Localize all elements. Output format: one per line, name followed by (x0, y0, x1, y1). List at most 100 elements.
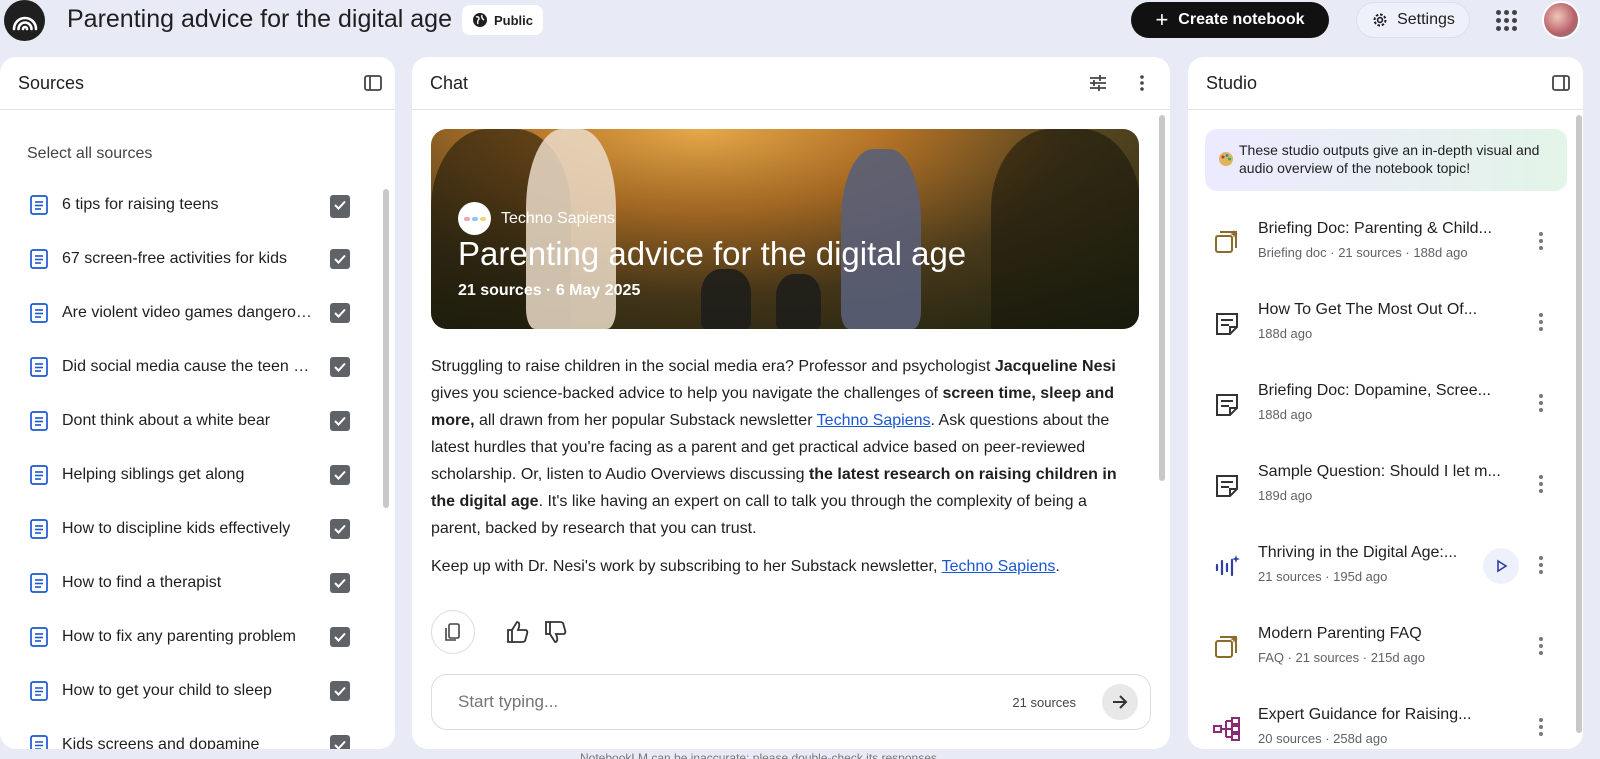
more-vert-icon[interactable] (1132, 73, 1152, 93)
source-item[interactable]: Did social media cause the teen mental h… (30, 352, 370, 382)
notebook-title[interactable]: Parenting advice for the digital age (67, 5, 452, 34)
studio-scrollbar[interactable] (1576, 115, 1582, 733)
sources-header: Sources (0, 57, 395, 110)
source-item[interactable]: Kids screens and dopamine (30, 730, 370, 749)
source-checkbox[interactable] (330, 357, 350, 377)
collapse-panel-icon[interactable] (363, 73, 383, 93)
source-checkbox[interactable] (330, 303, 350, 323)
top-bar: Parenting advice for the digital age Pub… (0, 0, 1600, 42)
document-icon (30, 195, 48, 215)
studio-item[interactable]: Briefing Doc: Dopamine, Scree... 188d ago (1212, 382, 1552, 432)
studio-item-title: Sample Question: Should I let m... (1258, 463, 1501, 480)
globe-icon (473, 13, 487, 27)
arrow-right-icon (1113, 695, 1128, 709)
thumbs-down-icon[interactable] (543, 619, 569, 645)
studio-item[interactable]: How To Get The Most Out Of... 188d ago (1212, 301, 1552, 351)
create-notebook-button[interactable]: + Create notebook (1131, 2, 1329, 38)
studio-item[interactable]: Modern Parenting FAQ FAQ · 21 sources · 2… (1212, 625, 1552, 675)
techno-sapiens-link[interactable]: Techno Sapiens (817, 412, 931, 429)
document-icon (30, 357, 48, 377)
avatar[interactable] (1542, 1, 1580, 39)
studio-title: Studio (1206, 72, 1258, 93)
studio-item-title: Thriving in the Digital Age:... (1258, 544, 1458, 561)
source-checkbox[interactable] (330, 465, 350, 485)
source-checkbox[interactable] (330, 249, 350, 269)
copy-button[interactable] (431, 610, 475, 654)
techno-sapiens-link[interactable]: Techno Sapiens (942, 558, 1056, 575)
more-vert-icon[interactable] (1530, 716, 1552, 738)
disclaimer-text: NotebookLM can be inaccurate; please dou… (580, 751, 941, 759)
notebooklm-logo-icon[interactable] (4, 0, 45, 41)
source-item-label: Helping siblings get along (62, 466, 245, 483)
settings-label: Settings (1397, 11, 1455, 28)
chat-input-box: 21 sources (431, 674, 1151, 730)
notebook-description: Struggling to raise children in the soci… (431, 353, 1139, 591)
more-vert-icon[interactable] (1530, 230, 1552, 252)
public-label: Public (494, 12, 534, 28)
collapse-panel-icon[interactable] (1551, 73, 1571, 93)
source-item-label: How to discipline kids effectively (62, 520, 291, 537)
source-checkbox[interactable] (330, 573, 350, 593)
source-item-label: 6 tips for raising teens (62, 196, 219, 213)
studio-panel: Studio These studio outputs give an in-d… (1188, 57, 1583, 749)
chat-scrollbar[interactable] (1159, 115, 1165, 481)
description-paragraph-2: Keep up with Dr. Nesi's work by subscrib… (431, 553, 1139, 580)
more-vert-icon[interactable] (1530, 635, 1552, 657)
source-item[interactable]: 67 screen-free activities for kids (30, 244, 370, 274)
faq-icon (1212, 633, 1242, 663)
source-checkbox[interactable] (330, 681, 350, 701)
source-item[interactable]: Are violent video games dangerous (30, 298, 370, 328)
tune-icon[interactable] (1088, 73, 1108, 93)
settings-button[interactable]: Settings (1356, 2, 1470, 38)
source-checkbox[interactable] (330, 519, 350, 539)
play-icon (1497, 559, 1508, 573)
source-item-label: Did social media cause the teen mental h… (62, 358, 312, 375)
studio-item-meta: FAQ · 21 sources · 215d ago (1258, 650, 1425, 665)
studio-item[interactable]: Briefing Doc: Parenting & Child... Briefi… (1212, 220, 1552, 270)
studio-item[interactable]: Sample Question: Should I let m... 189d a… (1212, 463, 1552, 513)
play-button[interactable] (1483, 548, 1519, 584)
chat-input[interactable] (458, 692, 1013, 712)
more-vert-icon[interactable] (1530, 392, 1552, 414)
description-paragraph-1: Struggling to raise children in the soci… (431, 353, 1139, 542)
source-item-label: Kids screens and dopamine (62, 736, 260, 749)
document-icon (30, 465, 48, 485)
document-icon (30, 573, 48, 593)
studio-item-title: Modern Parenting FAQ (1258, 625, 1422, 642)
source-item[interactable]: How to discipline kids effectively (30, 514, 370, 544)
studio-item[interactable]: Expert Guidance for Raising... 20 sources… (1212, 706, 1552, 749)
document-icon (30, 411, 48, 431)
source-checkbox[interactable] (330, 627, 350, 647)
sources-panel: Sources Select all sources 6 tips for ra… (0, 57, 395, 749)
studio-banner: These studio outputs give an in-depth vi… (1205, 129, 1567, 191)
send-button[interactable] (1102, 684, 1138, 720)
thumbs-up-icon[interactable] (505, 619, 531, 645)
create-notebook-label: Create notebook (1178, 11, 1305, 28)
apps-grid-icon[interactable] (1494, 8, 1518, 32)
sources-scrollbar[interactable] (383, 189, 389, 508)
more-vert-icon[interactable] (1530, 473, 1552, 495)
source-item[interactable]: 6 tips for raising teens (30, 190, 370, 220)
source-checkbox[interactable] (330, 195, 350, 215)
studio-item-meta: Briefing doc · 21 sources · 188d ago (1258, 245, 1468, 260)
source-checkbox[interactable] (330, 411, 350, 431)
source-item[interactable]: Dont think about a white bear (30, 406, 370, 436)
source-item-label: 67 screen-free activities for kids (62, 250, 287, 267)
studio-item[interactable]: Thriving in the Digital Age:... 21 source… (1212, 544, 1552, 594)
source-checkbox[interactable] (330, 735, 350, 749)
source-item-label: Are violent video games dangerous (62, 304, 312, 321)
more-vert-icon[interactable] (1530, 311, 1552, 333)
source-item[interactable]: How to find a therapist (30, 568, 370, 598)
source-item[interactable]: How to get your child to sleep (30, 676, 370, 706)
source-item[interactable]: How to fix any parenting problem (30, 622, 370, 652)
hero-source: Techno Sapiens (458, 202, 615, 235)
public-chip[interactable]: Public (462, 5, 544, 35)
note-icon (1212, 309, 1242, 339)
sources-title: Sources (18, 72, 85, 93)
document-icon (30, 681, 48, 701)
more-vert-icon[interactable] (1530, 554, 1552, 576)
studio-item-title: How To Get The Most Out Of... (1258, 301, 1478, 318)
source-item[interactable]: Helping siblings get along (30, 460, 370, 490)
chat-title: Chat (430, 72, 469, 93)
studio-item-meta: 189d ago (1258, 488, 1313, 503)
